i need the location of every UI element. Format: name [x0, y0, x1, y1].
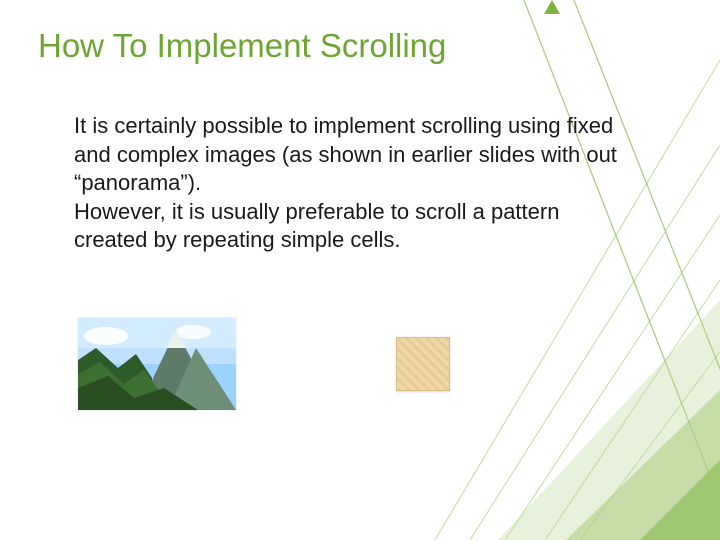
complex-image-example — [78, 318, 236, 410]
decorative-lines — [0, 0, 720, 540]
body-paragraph-1: It is certainly possible to implement sc… — [74, 112, 634, 198]
tile-cell-example — [396, 337, 450, 391]
slide-title: How To Implement Scrolling — [38, 28, 446, 64]
mountain-icon — [78, 318, 236, 410]
body-paragraph-2: However, it is usually preferable to scr… — [74, 198, 634, 255]
image-row — [78, 318, 450, 410]
slide: How To Implement Scrolling It is certain… — [0, 0, 720, 540]
slide-body: It is certainly possible to implement sc… — [74, 112, 634, 255]
